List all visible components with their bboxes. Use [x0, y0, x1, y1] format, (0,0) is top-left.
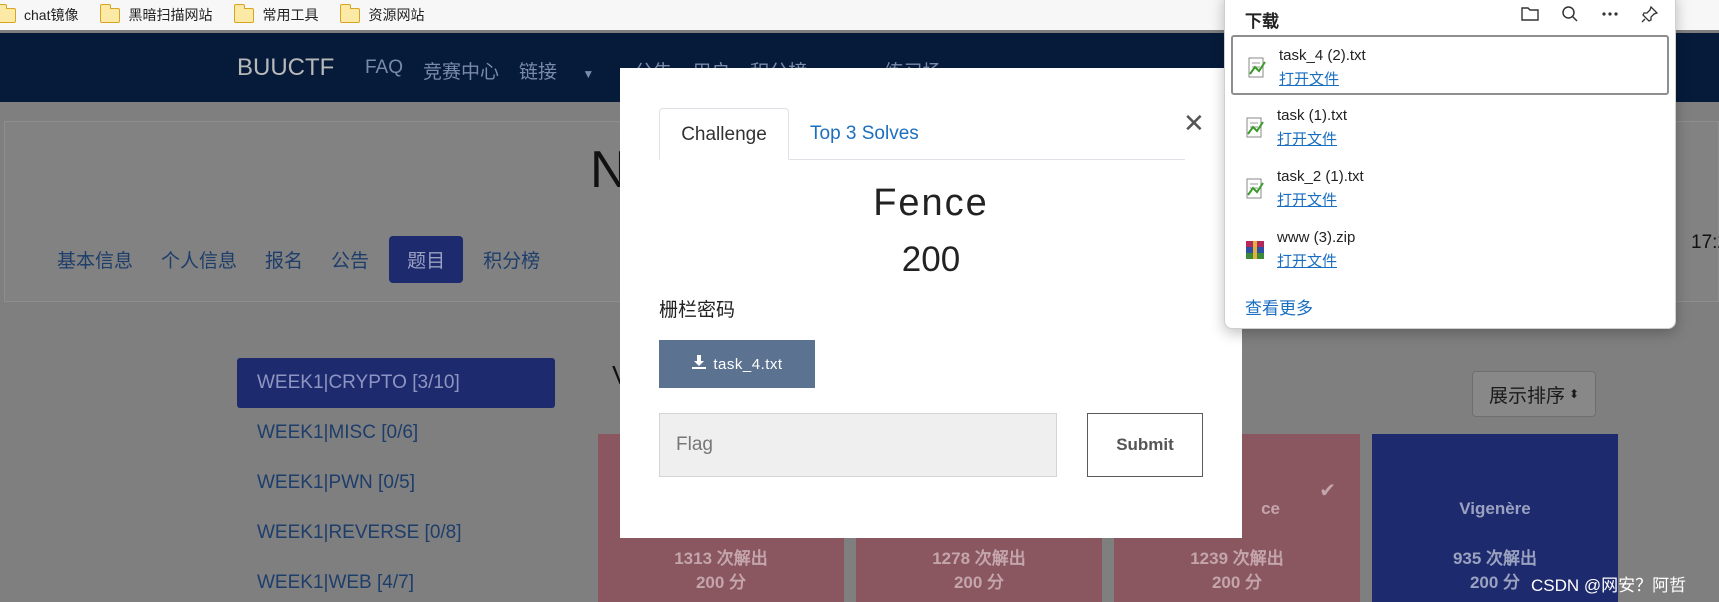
caret-down-icon: ▼ — [582, 67, 595, 81]
more-options-icon[interactable] — [1599, 3, 1621, 25]
sort-button[interactable]: 展示排序 ⬍ — [1472, 371, 1596, 417]
download-item[interactable]: task (1).txt 打开文件 — [1231, 97, 1669, 157]
open-file-link[interactable]: 打开文件 — [1277, 189, 1337, 210]
nav-contests[interactable]: 竞赛中心 — [423, 57, 499, 84]
submit-button[interactable]: Submit — [1087, 413, 1203, 477]
category-week1-misc[interactable]: WEEK1|MISC [0/6] — [237, 408, 555, 458]
download-filename: www (3).zip — [1277, 229, 1356, 246]
watermark: CSDN @网安？阿哲 — [1531, 576, 1687, 595]
folder-icon — [99, 3, 121, 23]
file-download-button[interactable]: task_4.txt — [659, 340, 815, 388]
category-week1-reverse[interactable]: WEEK1|REVERSE [0/8] — [237, 508, 555, 558]
challenge-name: Fence — [873, 182, 989, 224]
bookmark-resources[interactable]: 资源网站 — [339, 3, 424, 25]
open-file-link[interactable]: 打开文件 — [1277, 128, 1337, 149]
tab-scoreboard[interactable]: 积分榜 — [483, 246, 540, 273]
folder-icon — [233, 3, 255, 23]
close-icon[interactable]: ✕ — [1183, 110, 1205, 136]
tab-challenge[interactable]: Challenge — [659, 108, 789, 160]
text-file-icon — [1245, 178, 1265, 200]
download-filename: task_4 (2).txt — [1279, 47, 1366, 64]
nav-links-menu[interactable]: 链接 ▼ — [519, 57, 614, 84]
download-icon — [691, 354, 707, 374]
pin-icon[interactable] — [1639, 3, 1661, 25]
download-item[interactable]: task_2 (1).txt 打开文件 — [1231, 158, 1669, 218]
view-more-link[interactable]: 查看更多 — [1245, 294, 1313, 319]
downloads-panel: 下载 task_4 (2).txt 打开文件 task (1).txt 打开文件 — [1224, 0, 1676, 329]
challenge-value: 200 — [901, 240, 961, 279]
download-filename: task (1).txt — [1277, 107, 1348, 124]
tab-top-solves[interactable]: Top 3 Solves — [810, 108, 919, 160]
category-week1-pwn[interactable]: WEEK1|PWN [0/5] — [237, 458, 555, 508]
open-folder-icon[interactable] — [1519, 3, 1541, 25]
tab-challenges[interactable]: 题目 — [389, 236, 464, 283]
contest-clock: 17:2 — [1691, 232, 1719, 253]
bookmark-dark-scan[interactable]: 黑暗扫描网站 — [99, 3, 212, 25]
text-file-icon — [1245, 117, 1265, 139]
search-icon[interactable] — [1559, 3, 1581, 25]
category-list: WEEK1|CRYPTO [3/10] WEEK1|MISC [0/6] WEE… — [237, 358, 555, 602]
downloads-toolbar — [1501, 3, 1661, 25]
nav-faq[interactable]: FAQ — [365, 57, 403, 84]
tab-personal-info[interactable]: 个人信息 — [161, 246, 237, 273]
download-item[interactable]: www (3).zip 打开文件 — [1231, 219, 1669, 279]
modal-tabs: Challenge Top 3 Solves — [659, 108, 1185, 160]
tab-basic-info[interactable]: 基本信息 — [57, 246, 133, 273]
site-brand[interactable]: BUUCTF — [237, 54, 334, 82]
bookmark-tools[interactable]: 常用工具 — [233, 3, 318, 25]
text-file-icon — [1247, 57, 1267, 79]
folder-icon — [0, 3, 16, 23]
bookmark-chat-mirror[interactable]: chat镜像 — [0, 3, 78, 25]
category-week1-crypto[interactable]: WEEK1|CRYPTO [3/10] — [237, 358, 555, 408]
folder-icon — [339, 3, 361, 23]
challenge-description: 栅栏密码 — [659, 300, 736, 321]
downloads-title: 下载 — [1245, 12, 1279, 31]
open-file-link[interactable]: 打开文件 — [1277, 250, 1337, 271]
tab-announcements[interactable]: 公告 — [331, 246, 369, 273]
sort-arrows-icon: ⬍ — [1568, 387, 1580, 401]
open-file-link[interactable]: 打开文件 — [1279, 68, 1339, 89]
zip-archive-icon — [1245, 239, 1265, 261]
download-item[interactable]: task_4 (2).txt 打开文件 — [1231, 35, 1669, 95]
category-week1-web[interactable]: WEEK1|WEB [4/7] — [237, 558, 555, 602]
tab-register[interactable]: 报名 — [265, 246, 303, 273]
download-filename: task_2 (1).txt — [1277, 168, 1364, 185]
flag-input[interactable] — [659, 413, 1057, 477]
contest-tabs: 基本信息 个人信息 报名 公告 题目 积分榜 — [57, 236, 568, 283]
